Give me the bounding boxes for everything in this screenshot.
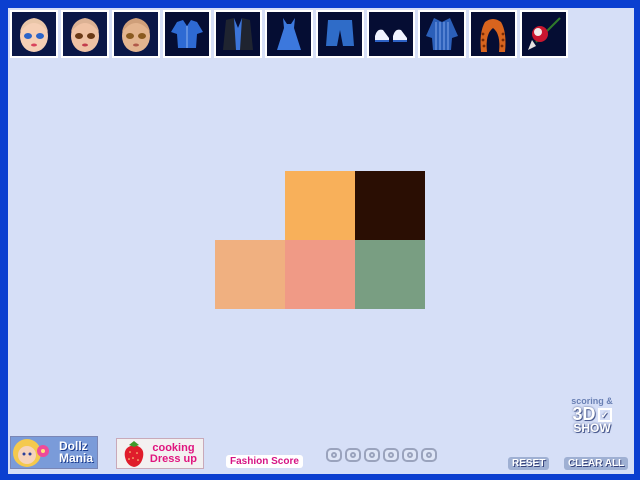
- cooking-dress-up-logo[interactable]: cooking Dress up: [116, 438, 204, 469]
- strawberry-icon: [124, 441, 144, 467]
- show-label: SHOW: [573, 421, 611, 436]
- score-dot: [402, 448, 418, 462]
- color-swatch[interactable]: [355, 240, 425, 309]
- reset-button[interactable]: RESET: [508, 457, 550, 470]
- face-1-button[interactable]: [10, 10, 58, 58]
- fashion-score-meter: [326, 448, 437, 462]
- score-dot: [345, 448, 361, 462]
- color-swatch[interactable]: [285, 240, 355, 309]
- clear-all-button[interactable]: CLEAR ALL: [564, 457, 629, 470]
- accessory-button[interactable]: [520, 10, 568, 58]
- blue-dress-icon: [267, 12, 311, 56]
- dress-up-label: Dress up: [149, 453, 197, 465]
- doll-face-icon: [63, 12, 107, 56]
- dollz-mania-logo[interactable]: Dollz Mania: [10, 436, 98, 469]
- striped-shirt-icon: [420, 12, 464, 56]
- doll-face-icon: [114, 12, 158, 56]
- color-swatch[interactable]: [285, 171, 355, 240]
- score-dot: [421, 448, 437, 462]
- flower-accessory-icon: [522, 12, 566, 56]
- score-dot: [364, 448, 380, 462]
- shorts-button[interactable]: [316, 10, 364, 58]
- black-jacket-icon: [216, 12, 260, 56]
- shirt-button[interactable]: [418, 10, 466, 58]
- scoring-3d-show-button[interactable]: scoring & 3D ✓ SHOW: [560, 396, 624, 444]
- doll-face-icon: [12, 12, 56, 56]
- dress-button[interactable]: [265, 10, 313, 58]
- denim-shorts-icon: [318, 12, 362, 56]
- doll-mascot-icon: [13, 439, 49, 467]
- blouse-button[interactable]: [163, 10, 211, 58]
- wardrobe-toolbar: [10, 10, 570, 58]
- color-swatch[interactable]: [355, 171, 425, 240]
- blue-blouse-icon: [165, 12, 209, 56]
- mania-label: Mania: [58, 451, 93, 465]
- sneakers-icon: [369, 12, 413, 56]
- jacket-button[interactable]: [214, 10, 262, 58]
- face-2-button[interactable]: [61, 10, 109, 58]
- fashion-score-label: Fashion Score: [226, 455, 303, 468]
- game-stage: Dollz Mania cooking Dress up Fashion Sco…: [8, 8, 634, 474]
- color-swatch[interactable]: [215, 240, 285, 309]
- hair-button[interactable]: [469, 10, 517, 58]
- score-dot: [383, 448, 399, 462]
- score-dot: [326, 448, 342, 462]
- face-3-button[interactable]: [112, 10, 160, 58]
- braided-hair-icon: [471, 12, 515, 56]
- sneakers-button[interactable]: [367, 10, 415, 58]
